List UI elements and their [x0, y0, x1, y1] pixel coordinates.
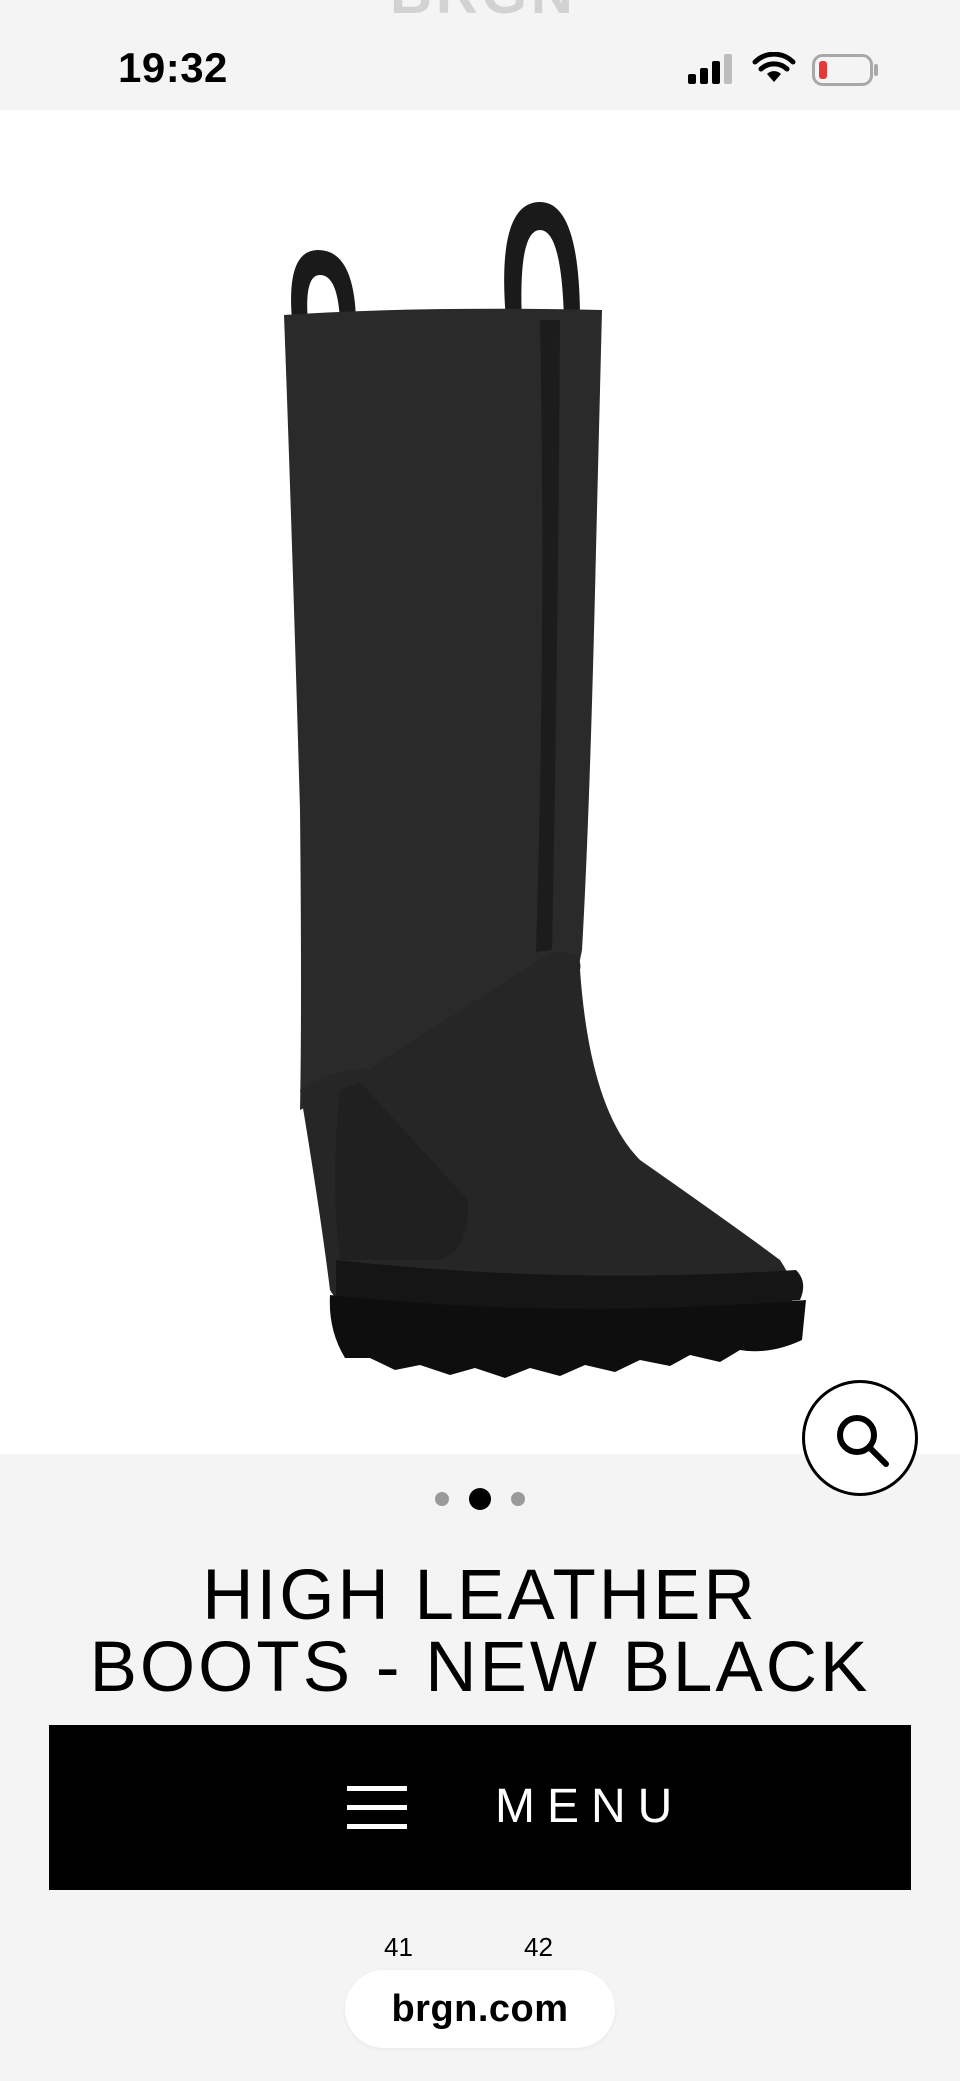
gallery-dot-2[interactable]	[469, 1488, 491, 1510]
clock: 19:32	[118, 44, 228, 91]
size-option-42[interactable]: 42	[524, 1932, 553, 1963]
menu-label: MENU	[495, 1780, 685, 1833]
browser-url-bar[interactable]: brgn.com	[345, 1970, 615, 2048]
brand-logo-peek: BRGN	[390, 0, 570, 16]
wifi-icon	[752, 52, 796, 82]
product-title-line2: BOOTS - NEW BLACK	[89, 1628, 871, 1707]
hamburger-icon	[347, 1786, 407, 1829]
url-text: brgn.com	[391, 1988, 569, 2030]
cellular-signal-icon	[688, 54, 732, 84]
gallery-dot-3[interactable]	[511, 1492, 525, 1506]
menu-button[interactable]: MENU	[49, 1725, 911, 1890]
product-title: HIGH LEATHER BOOTS - NEW BLACK	[40, 1560, 920, 1704]
search-icon	[837, 1415, 889, 1467]
product-image[interactable]	[0, 110, 960, 1496]
product-title-line1: HIGH LEATHER	[202, 1556, 758, 1635]
zoom-button[interactable]	[802, 1380, 918, 1496]
battery-icon	[812, 54, 878, 86]
boot-image	[284, 202, 806, 1378]
gallery-pagination	[0, 1488, 960, 1518]
status-bar: BRGN 19:32	[0, 0, 960, 110]
size-option-41[interactable]: 41	[384, 1932, 413, 1963]
gallery-dot-1[interactable]	[435, 1492, 449, 1506]
